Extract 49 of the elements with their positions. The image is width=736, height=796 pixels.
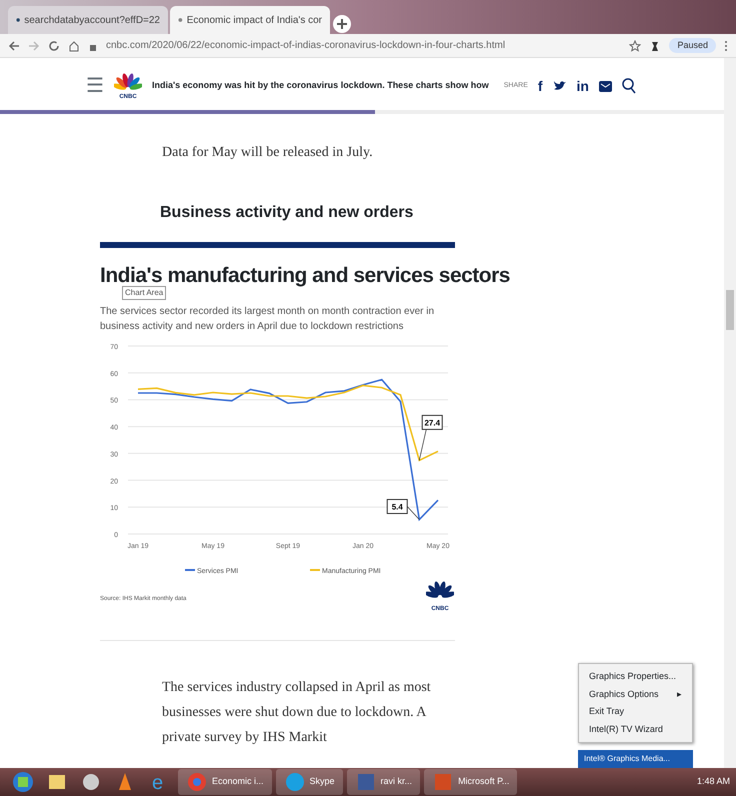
app-icon — [284, 771, 306, 793]
scrollbar-thumb[interactable] — [726, 290, 734, 330]
submenu-arrow-icon: ▸ — [677, 688, 682, 701]
taskbar-button[interactable]: Economic i... — [178, 769, 272, 795]
annotation-label: 27.4 — [422, 414, 443, 430]
star-icon[interactable] — [629, 40, 642, 52]
profile-button[interactable]: Paused — [669, 38, 716, 54]
menu-item[interactable]: Graphics Options ▸ — [579, 686, 692, 703]
browser-tab[interactable]: searchdatabyaccount?effD=22 — [8, 6, 168, 34]
clock: 1:48 AM — [696, 775, 731, 788]
bird-icon[interactable] — [552, 80, 567, 92]
peacock-logo-icon — [424, 580, 455, 599]
taskbar-button[interactable]: e — [144, 769, 174, 795]
mail-icon[interactable] — [599, 80, 612, 92]
address-field[interactable]: cnbc.com/2020/06/22/economic-impact-of-indias-coronavirus-lockdown-in-four-charts.html — [106, 38, 622, 53]
app-icon — [12, 771, 34, 793]
browser-tab[interactable]: Economic impact of India's cor — [170, 6, 330, 34]
home-icon[interactable] — [68, 40, 80, 52]
chart-title: India's manufacturing and services sectors — [100, 263, 510, 289]
reload-icon[interactable] — [48, 40, 60, 52]
chart-area-tooltip: Chart Area — [122, 286, 166, 300]
more-icon[interactable] — [724, 40, 728, 52]
tray-notification[interactable]: Intel® Graphics Media... — [578, 750, 693, 768]
leader-line — [418, 428, 427, 460]
app-icon — [186, 771, 208, 793]
menu-item[interactable]: Intel(R) TV Wizard — [579, 720, 692, 738]
annotation: 5.4 — [392, 502, 404, 512]
new-tab-icon[interactable] — [332, 14, 352, 34]
paragraph: The services industry collapsed in April as most businesses were shut down due to lockdown. A private survey by IHS Markit — [162, 678, 432, 748]
app-icon — [80, 771, 102, 793]
leader-line — [406, 506, 420, 520]
menu-button[interactable]: ☰ — [86, 71, 104, 101]
annotation-label: 5.4 — [386, 498, 408, 514]
share-link[interactable]: f — [538, 76, 543, 96]
paragraph: Data for May will be released in July. — [162, 144, 374, 162]
menu-item[interactable]: Graphics Properties... — [579, 668, 692, 686]
taskbar-button[interactable]: Microsoft P... — [424, 769, 518, 795]
back-icon[interactable] — [8, 40, 20, 52]
menu-item[interactable]: Exit Tray — [579, 703, 692, 720]
taskbar-button[interactable]: Skype — [276, 769, 343, 795]
annotation: 27.4 — [424, 418, 441, 428]
page-icon — [178, 15, 183, 25]
search-icon[interactable] — [622, 78, 636, 94]
taskbar-button[interactable]: ravi kr... — [346, 769, 420, 795]
share-link[interactable]: in — [576, 76, 589, 96]
headline: India's economy was hit by the coronavirus lockdown. These charts show how — [152, 79, 490, 92]
chart-subtitle: The services sector recorded its largest month on month contraction ever in business activity and new orders in April due to lockdown restrictions — [100, 304, 436, 334]
section-heading: Business activity and new orders — [160, 203, 414, 222]
app-icon: e — [148, 771, 170, 793]
